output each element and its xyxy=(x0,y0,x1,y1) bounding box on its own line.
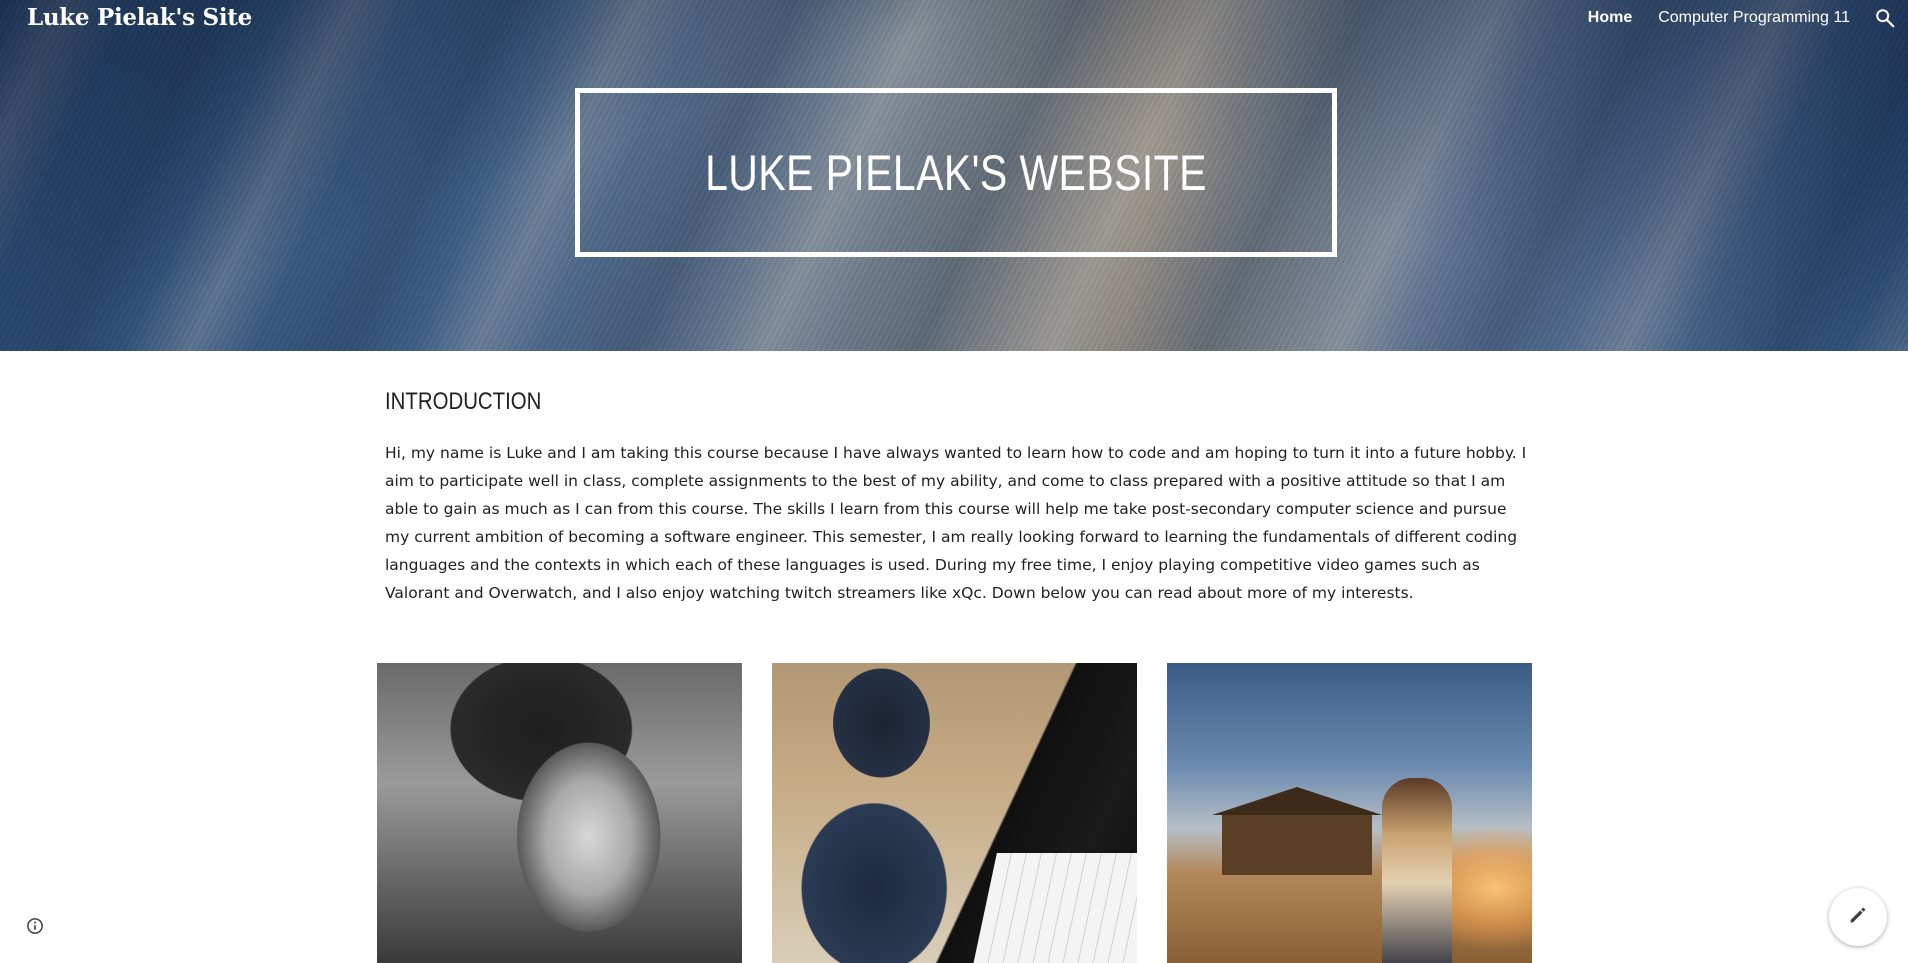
nav-item-computer-programming-11[interactable]: Computer Programming 11 xyxy=(1658,9,1850,27)
search-icon[interactable] xyxy=(1874,7,1896,29)
nav-item-home[interactable]: Home xyxy=(1588,9,1632,27)
piano-keys-graphic xyxy=(967,853,1137,963)
movie-image xyxy=(1167,663,1532,963)
info-icon[interactable] xyxy=(26,917,44,935)
edit-button[interactable] xyxy=(1829,888,1887,946)
site-title[interactable]: Luke Pielak's Site xyxy=(27,4,252,31)
intro-paragraph: Hi, my name is Luke and I am taking this… xyxy=(385,444,1527,602)
pencil-icon xyxy=(1847,904,1869,930)
section-title: INTRODUCTION xyxy=(385,388,542,415)
farmhouse-graphic xyxy=(1212,787,1382,875)
figures-graphic xyxy=(1382,778,1452,963)
hero-heading: LUKE PIELAK'S WEBSITE xyxy=(705,144,1207,201)
portrait-image xyxy=(377,663,742,963)
piano-image xyxy=(772,663,1137,963)
header-banner: Luke Pielak's Site Home Computer Program… xyxy=(0,0,1908,351)
top-navigation: Home Computer Programming 11 xyxy=(1588,9,1850,27)
hero-title-frame: LUKE PIELAK'S WEBSITE xyxy=(575,88,1337,257)
